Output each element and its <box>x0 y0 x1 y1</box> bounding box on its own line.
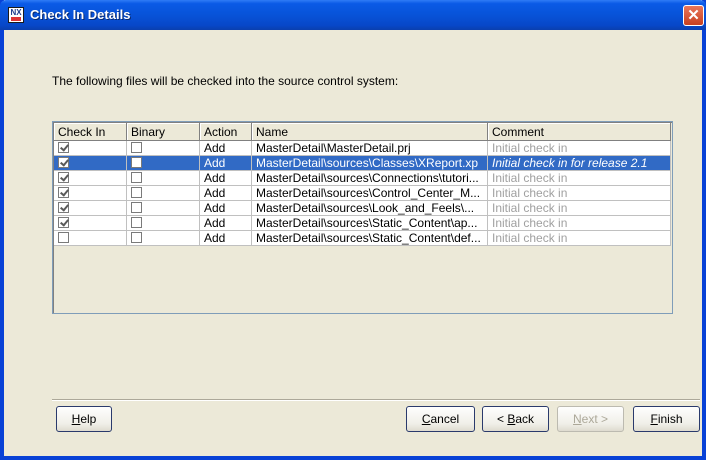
name-cell[interactable]: MasterDetail\sources\Classes\XReport.xp <box>252 156 488 171</box>
comment-cell[interactable]: Initial check in <box>488 171 671 186</box>
action-cell[interactable]: Add <box>200 201 252 216</box>
instruction-text: The following files will be checked into… <box>52 74 399 88</box>
next-button[interactable]: Next > <box>557 406 624 432</box>
cancel-label: ancel <box>430 412 460 426</box>
name-cell[interactable]: MasterDetail\sources\Static_Content\ap..… <box>252 216 488 231</box>
column-header-name[interactable]: Name <box>252 123 488 141</box>
help-label: elp <box>80 412 97 426</box>
check-in-cell <box>54 171 127 186</box>
name-cell[interactable]: MasterDetail\sources\Connections\tutori.… <box>252 171 488 186</box>
action-cell[interactable]: Add <box>200 171 252 186</box>
back-button[interactable]: < Back <box>482 406 549 432</box>
binary-cell <box>127 141 200 156</box>
comment-cell[interactable]: Initial check in <box>488 201 671 216</box>
table-body: Add MasterDetail\MasterDetail.prj Initial … <box>54 141 671 246</box>
binary-cell <box>127 216 200 231</box>
close-icon: ✕ <box>687 7 700 24</box>
binary-cell <box>127 171 200 186</box>
button-separator <box>52 399 700 401</box>
binary-checkbox[interactable] <box>131 157 142 168</box>
column-header-comment[interactable]: Comment <box>488 123 671 141</box>
binary-checkbox[interactable] <box>131 217 142 228</box>
table-header: Check In Binary Action Name Comment <box>54 123 671 141</box>
name-cell[interactable]: MasterDetail\sources\Look_and_Feels\... <box>252 201 488 216</box>
binary-cell <box>127 186 200 201</box>
table-row[interactable]: Add MasterDetail\sources\Connections\tuto… <box>54 171 671 186</box>
check-in-cell <box>54 201 127 216</box>
column-header-binary[interactable]: Binary <box>127 123 200 141</box>
action-cell[interactable]: Add <box>200 186 252 201</box>
files-table[interactable]: Check In Binary Action Name Comment Add M… <box>52 121 673 314</box>
table-row[interactable]: Add MasterDetail\sources\Classes\XReport.… <box>54 156 671 171</box>
table-row[interactable]: Add MasterDetail\sources\Static_Content\a… <box>54 216 671 231</box>
name-cell[interactable]: MasterDetail\MasterDetail.prj <box>252 141 488 156</box>
comment-cell[interactable]: Initial check in <box>488 141 671 156</box>
next-mnemonic: N <box>572 412 582 426</box>
comment-cell[interactable]: Initial check in for release 2.1 <box>488 156 671 171</box>
binary-cell <box>127 231 200 246</box>
table-row[interactable]: Add MasterDetail\sources\Look_and_Feels\.… <box>54 201 671 216</box>
action-cell[interactable]: Add <box>200 141 252 156</box>
check-in-checkbox[interactable] <box>58 157 69 168</box>
name-cell[interactable]: MasterDetail\sources\Static_Content\def.… <box>252 231 488 246</box>
finish-label: inish <box>657 412 683 426</box>
action-cell[interactable]: Add <box>200 216 252 231</box>
binary-checkbox[interactable] <box>131 187 142 198</box>
check-in-details-dialog: NX Check In Details ✕ The following file… <box>0 0 706 460</box>
binary-cell <box>127 201 200 216</box>
next-label: ext > <box>581 412 609 426</box>
finish-button[interactable]: Finish <box>633 406 700 432</box>
check-in-cell <box>54 216 127 231</box>
binary-checkbox[interactable] <box>131 172 142 183</box>
action-cell[interactable]: Add <box>200 156 252 171</box>
check-in-checkbox[interactable] <box>58 187 69 198</box>
binary-checkbox[interactable] <box>131 232 142 243</box>
table-row[interactable]: Add MasterDetail\sources\Control_Center_M… <box>54 186 671 201</box>
help-button[interactable]: Help <box>56 406 112 432</box>
close-button[interactable]: ✕ <box>683 5 704 26</box>
column-header-check-in[interactable]: Check In <box>54 123 127 141</box>
check-in-cell <box>54 186 127 201</box>
app-icon: NX <box>8 7 24 23</box>
check-in-cell <box>54 141 127 156</box>
binary-checkbox[interactable] <box>131 202 142 213</box>
comment-cell[interactable]: Initial check in <box>488 216 671 231</box>
table-row[interactable]: Add MasterDetail\MasterDetail.prj Initial … <box>54 141 671 156</box>
check-in-cell <box>54 156 127 171</box>
column-header-action[interactable]: Action <box>200 123 252 141</box>
check-in-checkbox[interactable] <box>58 217 69 228</box>
window-title: Check In Details <box>30 7 131 22</box>
finish-mnemonic: F <box>650 412 658 426</box>
cancel-button[interactable]: Cancel <box>406 406 475 432</box>
check-in-checkbox[interactable] <box>58 202 69 213</box>
comment-cell[interactable]: Initial check in <box>488 186 671 201</box>
back-prefix: < <box>496 412 508 426</box>
check-in-checkbox[interactable] <box>58 172 69 183</box>
app-icon-text: NX <box>10 8 22 17</box>
name-cell[interactable]: MasterDetail\sources\Control_Center_M... <box>252 186 488 201</box>
comment-cell[interactable]: Initial check in <box>488 231 671 246</box>
check-in-checkbox[interactable] <box>58 142 69 153</box>
table-row[interactable]: Add MasterDetail\sources\Static_Content\d… <box>54 231 671 246</box>
check-in-checkbox[interactable] <box>58 232 69 243</box>
action-cell[interactable]: Add <box>200 231 252 246</box>
back-label: ack <box>515 412 535 426</box>
title-bar[interactable]: NX Check In Details ✕ <box>0 0 706 30</box>
check-in-cell <box>54 231 127 246</box>
binary-cell <box>127 156 200 171</box>
binary-checkbox[interactable] <box>131 142 142 153</box>
